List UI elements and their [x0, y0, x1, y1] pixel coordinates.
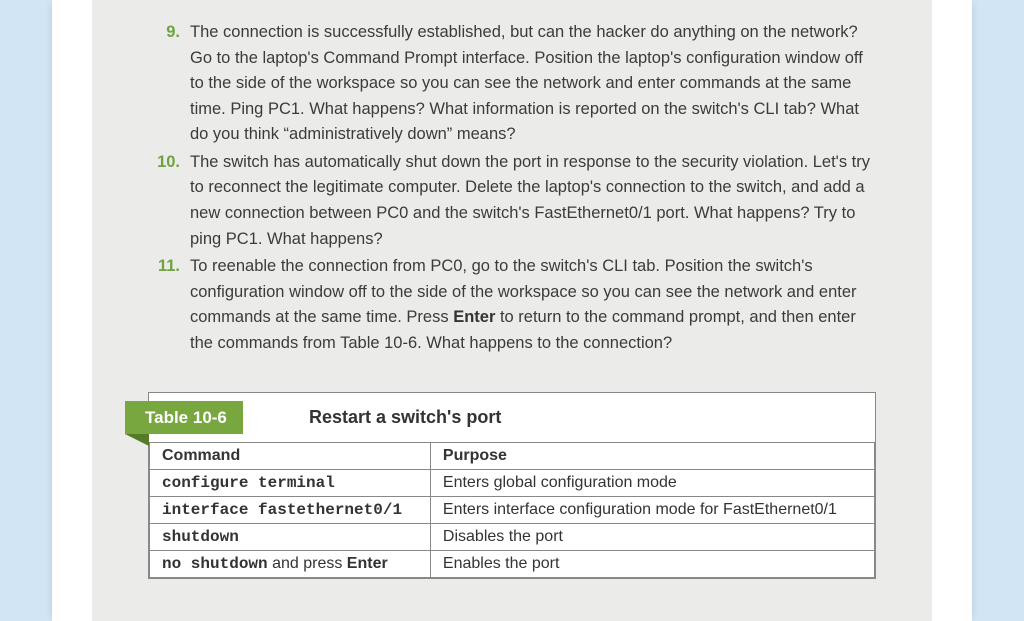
step-11: 11. To reenable the connection from PC0,…	[148, 254, 876, 356]
cell-command: configure terminal	[150, 470, 431, 497]
command-table: Command Purpose configure terminal Enter…	[149, 442, 875, 578]
step-list: 9. The connection is successfully establ…	[148, 20, 876, 356]
table-row: shutdown Disables the port	[150, 524, 875, 551]
cell-purpose: Enters global configuration mode	[430, 470, 874, 497]
table-row: no shutdown and press Enter Enables the …	[150, 551, 875, 578]
cell-command: shutdown	[150, 524, 431, 551]
step-text: To reenable the connection from PC0, go …	[190, 257, 857, 352]
cell-purpose: Enables the port	[430, 551, 874, 578]
table-10-6: Table 10-6 Restart a switch's port Comma…	[148, 392, 876, 579]
cell-purpose: Enters interface configuration mode for …	[430, 497, 874, 524]
table-caption: Table 10-6 Restart a switch's port	[149, 393, 875, 442]
header-purpose: Purpose	[430, 443, 874, 470]
table-row: interface fastethernet0/1 Enters interfa…	[150, 497, 875, 524]
step-10: 10. The switch has automatically shut do…	[148, 150, 876, 252]
step-number: 9.	[148, 20, 180, 46]
cell-command: no shutdown and press Enter	[150, 551, 431, 578]
table-title: Restart a switch's port	[309, 407, 501, 427]
cell-command: interface fastethernet0/1	[150, 497, 431, 524]
page-content: 9. The connection is successfully establ…	[92, 0, 932, 621]
step-text: The connection is successfully establish…	[190, 23, 863, 143]
cell-purpose: Disables the port	[430, 524, 874, 551]
step-number: 10.	[148, 150, 180, 176]
step-9: 9. The connection is successfully establ…	[148, 20, 876, 148]
step-text: The switch has automatically shut down t…	[190, 153, 870, 248]
header-command: Command	[150, 443, 431, 470]
page-container: 9. The connection is successfully establ…	[52, 0, 972, 621]
table-ribbon: Table 10-6	[125, 401, 243, 434]
table-row: configure terminal Enters global configu…	[150, 470, 875, 497]
table-header-row: Command Purpose	[150, 443, 875, 470]
step-number: 11.	[148, 254, 180, 280]
